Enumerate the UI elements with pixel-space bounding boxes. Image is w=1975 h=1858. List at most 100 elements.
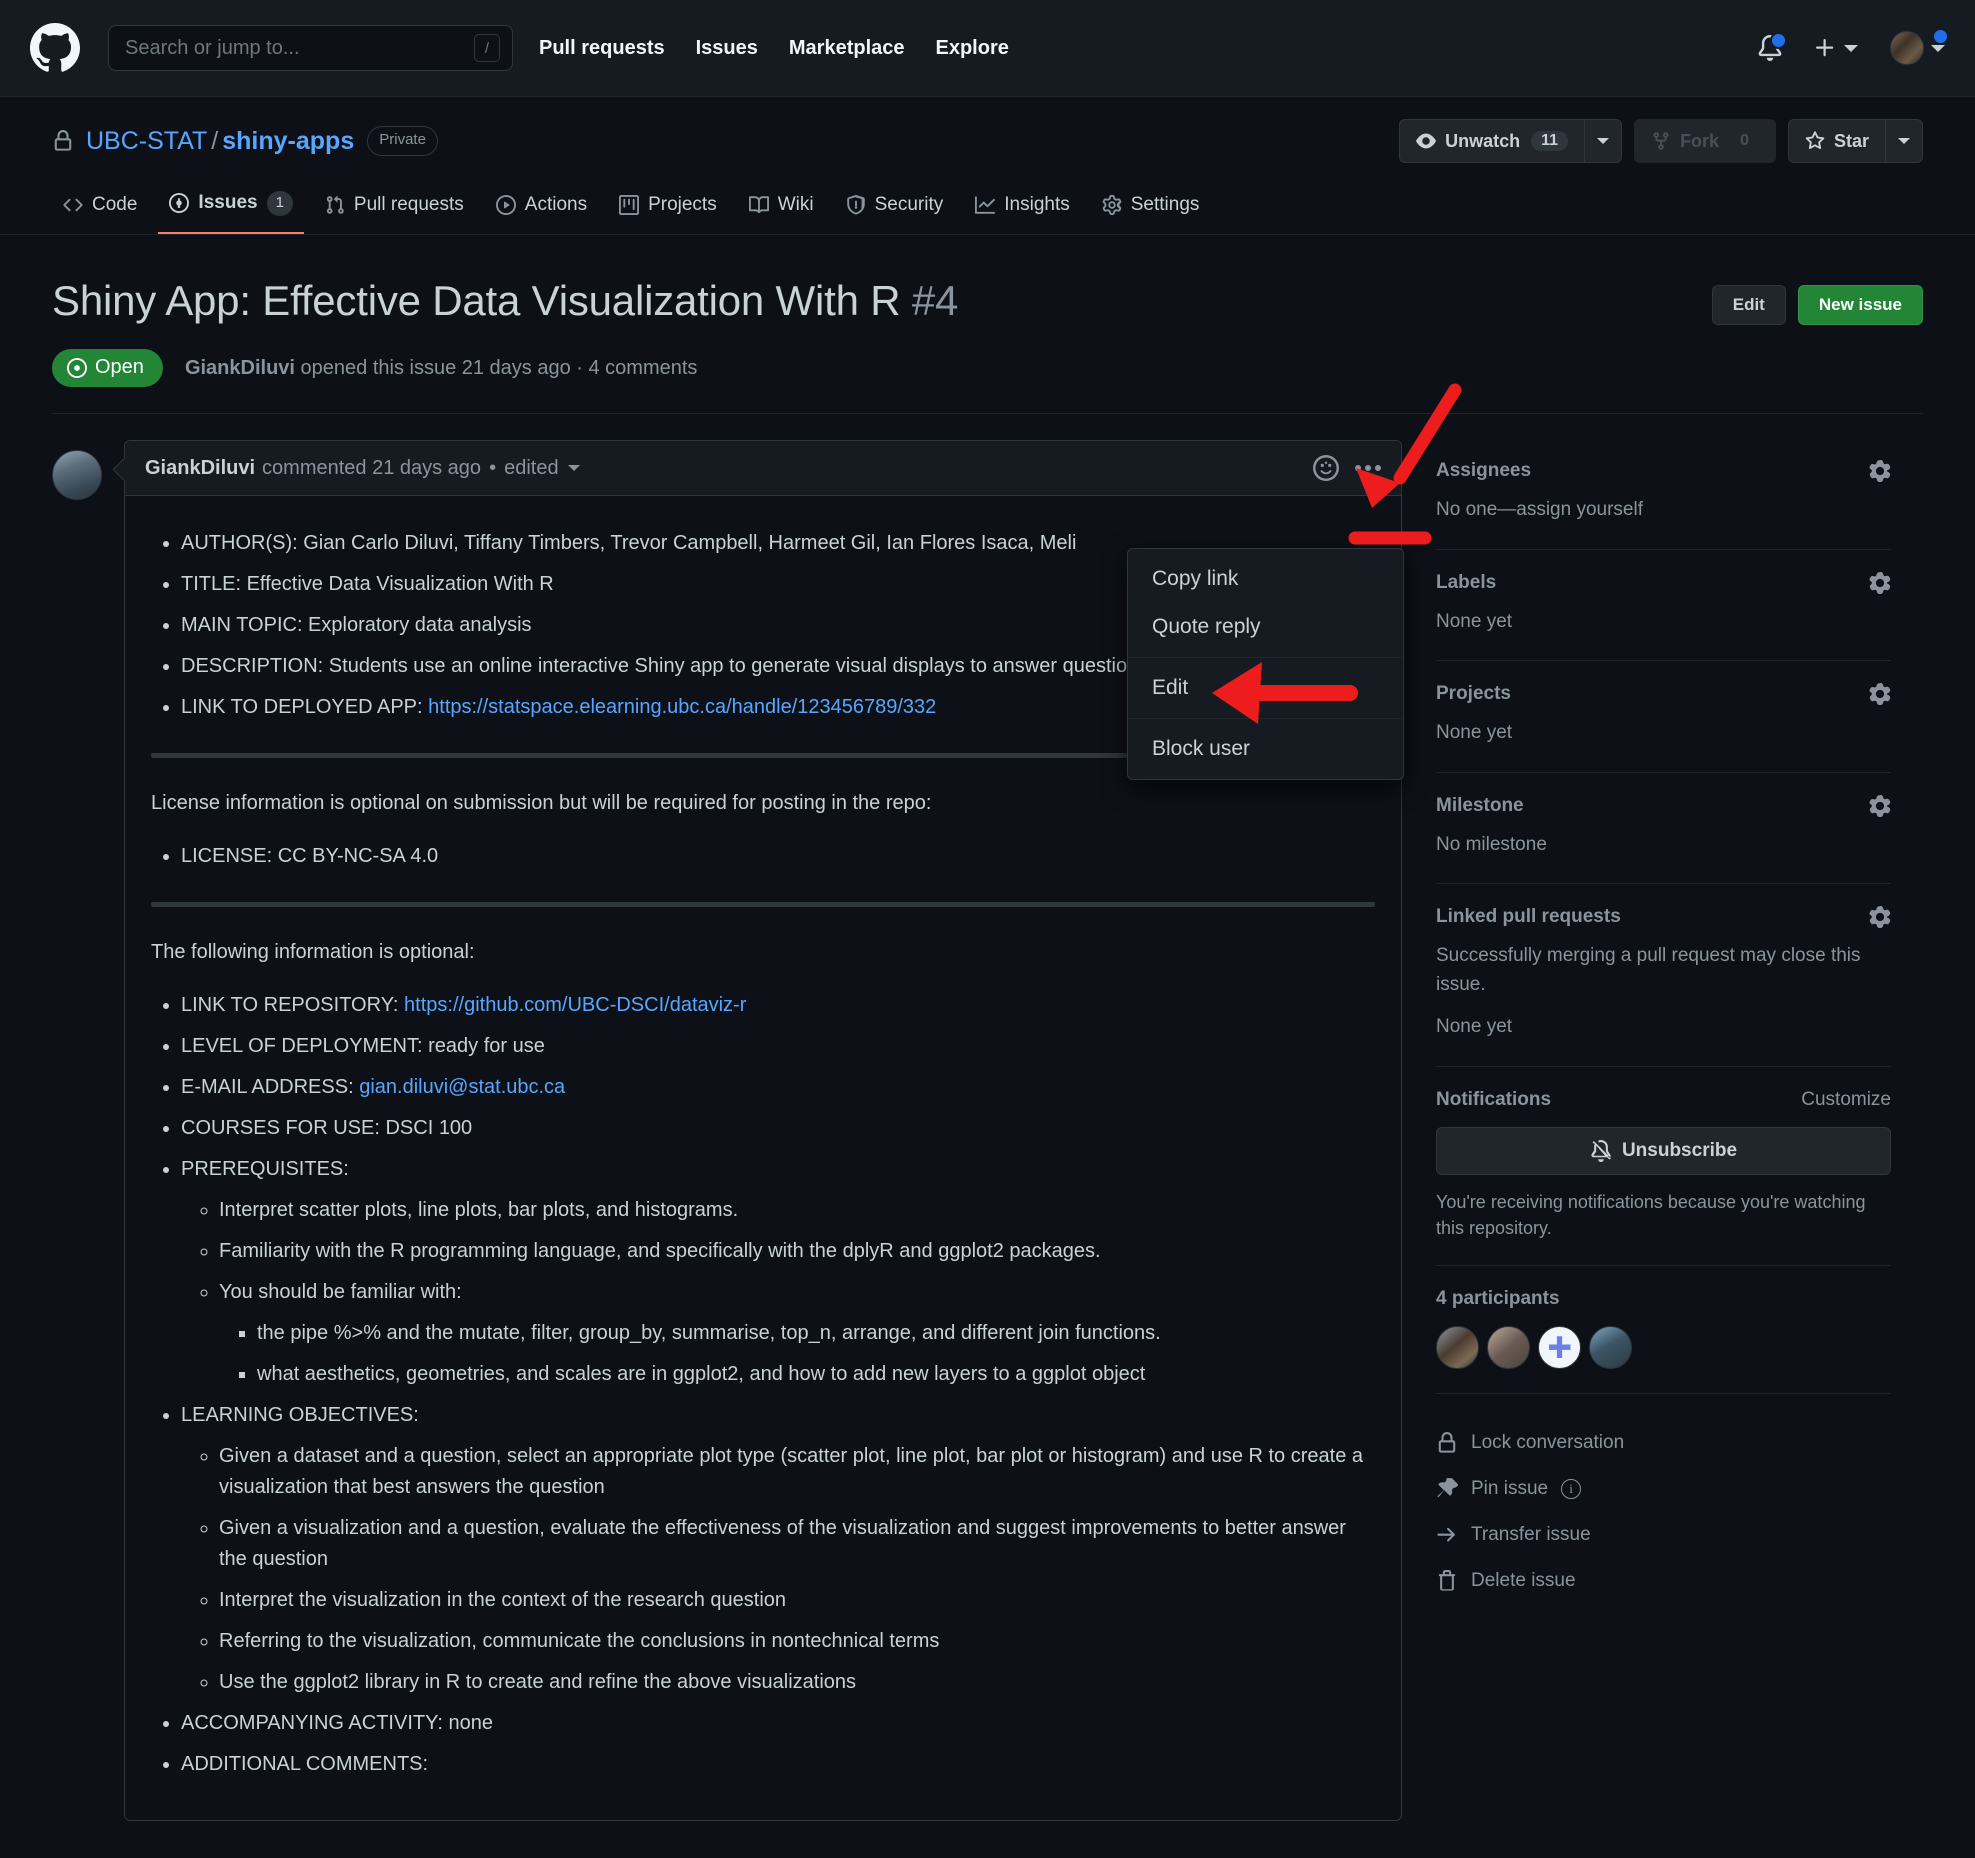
lock-conversation-label: Lock conversation [1471, 1431, 1625, 1453]
new-issue-button[interactable]: New issue [1797, 284, 1923, 325]
avatar[interactable] [1538, 1325, 1581, 1369]
kebab-horizontal-icon[interactable] [1355, 465, 1381, 471]
sidebar-linked-prs-body: Successfully merging a pull request may … [1436, 945, 1861, 995]
assign-yourself-link[interactable]: No one—assign yourself [1436, 499, 1643, 520]
deployed-app-link[interactable]: https://statspace.elearning.ubc.ca/handl… [428, 696, 936, 718]
sidebar-milestone-head: Milestone [1436, 794, 1891, 817]
gear-icon[interactable] [1869, 906, 1891, 928]
nav-pull-requests[interactable]: Pull requests [539, 37, 665, 60]
dropdown-item-quote-reply[interactable]: Quote reply [1128, 603, 1403, 651]
fork-button[interactable]: Fork 0 [1634, 119, 1776, 163]
dropdown-item-block-user[interactable]: Block user [1128, 725, 1403, 773]
tab-issues-label: Issues [198, 192, 258, 214]
comment-author[interactable]: GiankDiluvi [145, 457, 255, 480]
notification-unread-dot [1770, 32, 1787, 49]
list-item-prerequisites: PREREQUISITES: Interpret scatter plots, … [181, 1154, 1375, 1390]
nav-explore[interactable]: Explore [936, 37, 1009, 60]
bell-icon[interactable] [1757, 32, 1787, 61]
list-item: Given a visualization and a question, ev… [219, 1513, 1375, 1575]
sidebar-section-participants: 4 participants [1436, 1266, 1891, 1394]
issue-body: GiankDiluvi commented 21 days ago • edit… [0, 414, 1975, 1821]
pin-icon [1436, 1477, 1458, 1500]
info-icon[interactable]: i [1561, 1478, 1582, 1499]
repo-owner-link[interactable]: UBC-STAT [86, 127, 207, 155]
comment-meta: commented 21 days ago [262, 456, 482, 479]
tab-projects[interactable]: Projects [608, 184, 728, 234]
avatar[interactable] [1436, 1325, 1479, 1369]
repo-name-link[interactable]: shiny-apps [222, 127, 354, 155]
transfer-issue-action[interactable]: Transfer issue [1436, 1512, 1891, 1558]
avatar[interactable] [52, 450, 102, 500]
tab-code[interactable]: Code [52, 184, 148, 234]
tab-security-label: Security [874, 193, 944, 215]
dropdown-item-copy-link[interactable]: Copy link [1128, 555, 1403, 603]
tab-wiki[interactable]: Wiki [738, 184, 825, 234]
chevron-down-icon[interactable] [567, 465, 580, 471]
sidebar-labels-body: None yet [1436, 610, 1513, 632]
gear-icon[interactable] [1869, 460, 1891, 482]
pin-issue-action[interactable]: Pin issue i [1436, 1466, 1891, 1512]
issue-title-text: Shiny App: Effective Data Visualization … [52, 276, 901, 324]
comment-header: GiankDiluvi commented 21 days ago • edit… [125, 441, 1401, 496]
tab-insights[interactable]: Insights [964, 184, 1080, 234]
smiley-icon[interactable] [1313, 455, 1339, 481]
sidebar-projects-head: Projects [1436, 683, 1891, 705]
breadcrumb-separator: / [211, 126, 219, 155]
star-button[interactable]: Star [1787, 119, 1885, 163]
github-mark-icon[interactable] [30, 23, 80, 73]
unsubscribe-button[interactable]: Unsubscribe [1436, 1126, 1891, 1175]
tab-security[interactable]: Security [835, 184, 955, 234]
chevron-down-icon [1597, 138, 1610, 144]
lock-icon [52, 130, 74, 152]
status-badge-label: Open [95, 356, 144, 378]
lock-conversation-action[interactable]: Lock conversation [1436, 1420, 1891, 1466]
customize-notifications-link[interactable]: Customize [1801, 1089, 1891, 1111]
tab-settings[interactable]: Settings [1091, 184, 1211, 234]
repository-link[interactable]: https://github.com/UBC-DSCI/dataviz-r [404, 994, 746, 1016]
gear-icon[interactable] [1869, 683, 1891, 705]
star-dropdown-button[interactable] [1885, 119, 1923, 163]
avatar[interactable] [1890, 28, 1949, 65]
repo-visibility-badge: Private [367, 126, 438, 156]
plus-icon[interactable] [1813, 36, 1858, 60]
objectives-label: LEARNING OBJECTIVES: [181, 1404, 419, 1426]
nav-issues[interactable]: Issues [696, 37, 758, 60]
transfer-issue-label: Transfer issue [1471, 1523, 1591, 1545]
star-label: Star [1833, 130, 1869, 151]
search-input[interactable]: Search or jump to... / [108, 25, 513, 71]
issue-sidebar: Assignees No one—assign yourself Labels … [1436, 440, 1891, 1821]
list-item: what aesthetics, geometries, and scales … [257, 1359, 1375, 1390]
avatar[interactable] [1487, 1325, 1530, 1369]
content-divider [151, 902, 1375, 907]
delete-issue-action[interactable]: Delete issue [1436, 1558, 1891, 1604]
sidebar-notifications-head: Notifications Customize [1436, 1089, 1891, 1111]
prerequisites-label: PREREQUISITES: [181, 1158, 349, 1180]
breadcrumb: UBC-STAT / shiny-apps [86, 127, 354, 156]
dropdown-item-edit[interactable]: Edit [1128, 664, 1403, 712]
list-item: Familiarity with the R programming langu… [219, 1236, 1375, 1267]
unwatch-button[interactable]: Unwatch 11 [1399, 119, 1585, 163]
tab-actions[interactable]: Actions [485, 184, 598, 234]
email-link[interactable]: gian.diluvi@stat.ubc.ca [359, 1076, 565, 1098]
tab-issues[interactable]: Issues 1 [158, 181, 304, 234]
list-item: Interpret scatter plots, line plots, bar… [219, 1195, 1375, 1226]
unwatch-label: Unwatch [1445, 130, 1521, 151]
unsubscribe-label: Unsubscribe [1621, 1139, 1738, 1161]
participants-title: 4 participants [1436, 1287, 1560, 1309]
edit-button[interactable]: Edit [1711, 284, 1786, 325]
gear-icon[interactable] [1869, 794, 1891, 817]
issue-author-link[interactable]: GiankDiluvi [185, 357, 295, 379]
sidebar-section-linked-prs: Linked pull requests Successfully mergin… [1436, 884, 1891, 1067]
list-item-objectives: LEARNING OBJECTIVES: Given a dataset and… [181, 1400, 1375, 1698]
header-right-actions [1757, 28, 1949, 65]
nav-marketplace[interactable]: Marketplace [789, 37, 905, 60]
dropdown-separator [1128, 718, 1403, 719]
gear-icon[interactable] [1869, 571, 1891, 594]
search-placeholder: Search or jump to... [125, 36, 300, 59]
comment-edited-label[interactable]: edited [504, 457, 559, 480]
watch-dropdown-button[interactable] [1584, 119, 1623, 163]
lock-icon [1436, 1431, 1458, 1454]
avatar[interactable] [1589, 1325, 1632, 1369]
tab-pull-requests[interactable]: Pull requests [314, 184, 475, 234]
issue-header: Shiny App: Effective Data Visualization … [0, 235, 1975, 414]
